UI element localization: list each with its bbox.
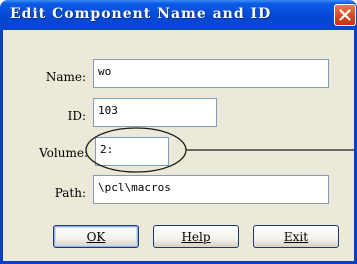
ok-button[interactable]: OK xyxy=(53,225,139,248)
close-button[interactable] xyxy=(334,4,356,26)
id-field[interactable]: 103 xyxy=(93,98,217,127)
exit-button[interactable]: Exit xyxy=(253,225,339,248)
window-title: Edit Component Name and ID xyxy=(10,6,272,22)
ok-button-label: OK xyxy=(86,229,106,244)
help-button-label: Help xyxy=(181,229,211,244)
close-icon xyxy=(339,9,351,21)
help-button[interactable]: Help xyxy=(153,225,239,248)
path-field[interactable]: \pcl\macros xyxy=(93,175,329,204)
volume-field[interactable]: 2: xyxy=(95,137,169,166)
name-label: Name: xyxy=(45,70,86,84)
id-label: ID: xyxy=(67,109,86,123)
name-field[interactable]: wo xyxy=(93,59,329,88)
exit-button-label: Exit xyxy=(283,229,309,244)
path-label: Path: xyxy=(54,186,86,200)
title-bar[interactable]: Edit Component Name and ID xyxy=(0,0,357,30)
volume-label: Volume: xyxy=(39,146,88,160)
